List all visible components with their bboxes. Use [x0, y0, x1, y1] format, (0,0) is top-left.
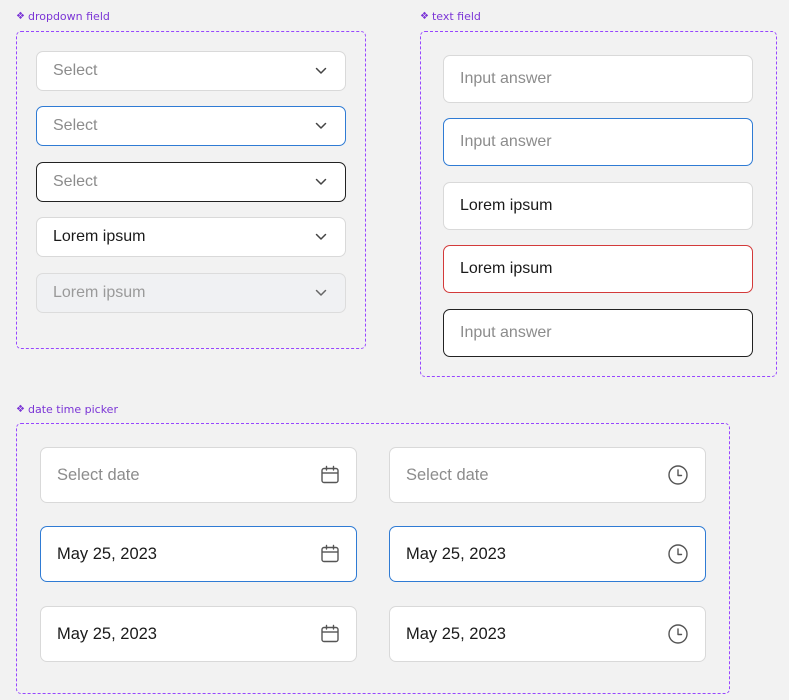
dropdown-value: Select — [53, 117, 98, 134]
clock-icon — [667, 543, 689, 565]
calendar-icon — [320, 465, 340, 485]
dropdown-select-focused[interactable]: Select — [36, 106, 346, 146]
date-picker-default[interactable]: Select date — [40, 447, 357, 503]
chevron-down-icon — [315, 122, 327, 130]
date-time-picker-label: ❖ date time picker — [16, 403, 118, 416]
time-picker-focused[interactable]: May 25, 2023 — [389, 526, 706, 582]
time-picker-filled[interactable]: May 25, 2023 — [389, 606, 706, 662]
time-picker-value: May 25, 2023 — [406, 624, 506, 643]
text-input-focused[interactable]: Input answer — [443, 118, 753, 166]
date-picker-value: May 25, 2023 — [57, 544, 157, 563]
dropdown-field-label: ❖ dropdown field — [16, 10, 110, 23]
dropdown-select-default[interactable]: Select — [36, 51, 346, 91]
date-picker-filled[interactable]: May 25, 2023 — [40, 606, 357, 662]
date-picker-focused[interactable]: May 25, 2023 — [40, 526, 357, 582]
date-picker-value: Select date — [57, 465, 140, 484]
text-input-default[interactable]: Input answer — [443, 55, 753, 103]
clock-icon — [667, 623, 689, 645]
dropdown-select-filled[interactable]: Lorem ipsum — [36, 217, 346, 257]
text-input-active[interactable]: Input answer — [443, 309, 753, 357]
chevron-down-icon — [315, 67, 327, 75]
time-picker-value: May 25, 2023 — [406, 544, 506, 563]
text-input-value: Lorem ipsum — [460, 260, 553, 277]
date-picker-value: May 25, 2023 — [57, 624, 157, 643]
time-picker-default[interactable]: Select date — [389, 447, 706, 503]
text-input-value: Input answer — [460, 70, 552, 87]
text-field-label: ❖ text field — [420, 10, 481, 23]
dropdown-select-disabled: Lorem ipsum — [36, 273, 346, 313]
text-input-filled[interactable]: Lorem ipsum — [443, 182, 753, 230]
dropdown-value: Lorem ipsum — [53, 284, 146, 301]
clock-icon — [667, 464, 689, 486]
time-picker-value: Select date — [406, 465, 489, 484]
chevron-down-icon — [315, 289, 327, 297]
dropdown-value: Select — [53, 62, 98, 79]
chevron-down-icon — [315, 233, 327, 241]
text-input-value: Input answer — [460, 324, 552, 341]
dropdown-value: Select — [53, 173, 98, 190]
text-input-value: Input answer — [460, 133, 552, 150]
text-input-value: Lorem ipsum — [460, 197, 553, 214]
dropdown-select-active[interactable]: Select — [36, 162, 346, 202]
dropdown-value: Lorem ipsum — [53, 228, 146, 245]
chevron-down-icon — [315, 178, 327, 186]
text-input-error[interactable]: Lorem ipsum — [443, 245, 753, 293]
calendar-icon — [320, 544, 340, 564]
calendar-icon — [320, 624, 340, 644]
